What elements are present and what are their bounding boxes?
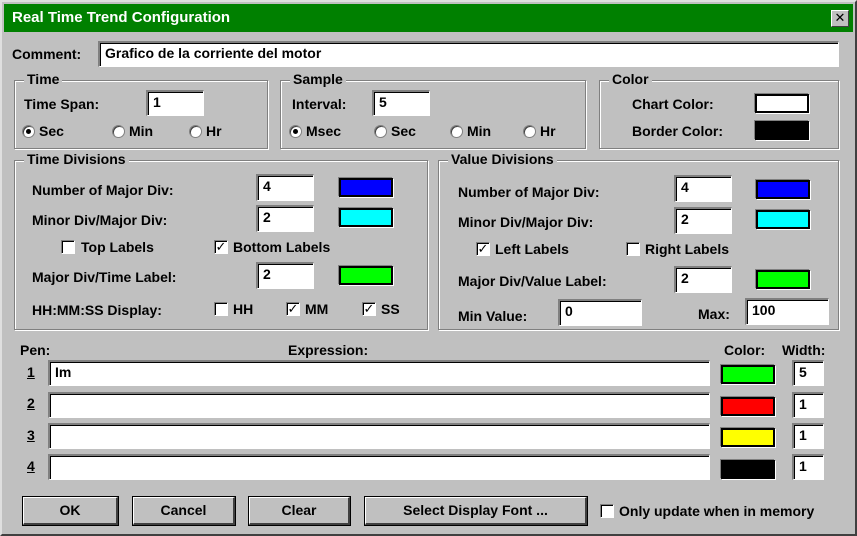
sample-unit-sec-label: Sec — [391, 123, 416, 139]
sample-group-title: Sample — [290, 71, 346, 87]
window-title: Real Time Trend Configuration — [12, 9, 231, 26]
border-color-swatch[interactable] — [755, 121, 809, 140]
interval-label: Interval: — [292, 96, 347, 112]
right-labels-label: Right Labels — [645, 241, 730, 257]
time-span-label: Time Span: — [24, 96, 100, 112]
sample-unit-msec-radio[interactable] — [289, 125, 302, 138]
border-color-label: Border Color: — [632, 123, 723, 139]
value-label-color-swatch[interactable] — [756, 270, 810, 289]
time-group-title: Time — [24, 71, 63, 87]
pen-number: 1 — [27, 364, 35, 380]
pen-width-input[interactable]: 5 — [792, 360, 824, 386]
pen-width-input[interactable]: 1 — [792, 392, 824, 418]
width-header: Width: — [782, 342, 826, 358]
pen-expression-input[interactable] — [48, 454, 710, 480]
pen-expression-input[interactable] — [48, 423, 710, 449]
pen-number: 3 — [27, 427, 35, 443]
value-label-div-label: Major Div/Value Label: — [458, 273, 607, 289]
time-unit-hr-radio[interactable] — [189, 125, 202, 138]
cancel-button[interactable]: Cancel — [132, 496, 236, 526]
value-major-div-label: Number of Major Div: — [458, 184, 600, 200]
sample-unit-msec-label: Msec — [306, 123, 342, 139]
time-major-div-color-swatch[interactable] — [339, 178, 393, 197]
time-label-color-swatch[interactable] — [339, 266, 393, 285]
pen-color-swatch[interactable] — [721, 460, 775, 479]
only-update-checkbox[interactable] — [600, 504, 614, 518]
time-label-div-label: Major Div/Time Label: — [32, 269, 177, 285]
color-group-title: Color — [609, 71, 652, 87]
chart-color-swatch[interactable] — [755, 94, 809, 113]
sample-unit-min-label: Min — [467, 123, 492, 139]
left-labels-checkbox[interactable]: ✓ — [476, 242, 490, 256]
time-unit-min-label: Min — [129, 123, 154, 139]
value-label-div-input[interactable]: 2 — [674, 266, 732, 293]
time-span-input[interactable]: 1 — [146, 90, 204, 116]
bottom-labels-label: Bottom Labels — [233, 239, 331, 255]
pen-number: 4 — [27, 458, 35, 474]
title-bar[interactable]: Real Time Trend Configuration ✕ — [4, 4, 853, 32]
ss-checkbox[interactable]: ✓ — [362, 302, 376, 316]
pen-expression-input[interactable] — [48, 392, 710, 418]
time-unit-sec-radio[interactable] — [22, 125, 35, 138]
dialog-window: Real Time Trend Configuration ✕ Comment:… — [0, 0, 857, 536]
pen-number: 2 — [27, 395, 35, 411]
hh-checkbox[interactable] — [214, 302, 228, 316]
top-labels-label: Top Labels — [81, 239, 154, 255]
only-update-label: Only update when in memory — [619, 503, 815, 519]
interval-input[interactable]: 5 — [372, 90, 430, 116]
left-labels-label: Left Labels — [495, 241, 569, 257]
hhmmss-display-label: HH:MM:SS Display: — [32, 302, 162, 318]
pen-header: Pen: — [20, 342, 51, 358]
time-major-div-label: Number of Major Div: — [32, 182, 174, 198]
pen-color-swatch[interactable] — [721, 428, 775, 447]
time-unit-hr-label: Hr — [206, 123, 222, 139]
pen-color-swatch[interactable] — [721, 365, 775, 384]
max-value-input[interactable]: 100 — [745, 298, 829, 325]
pen-width-input[interactable]: 1 — [792, 454, 824, 480]
comment-input[interactable]: Grafico de la corriente del motor — [98, 41, 839, 67]
value-major-div-color-swatch[interactable] — [756, 180, 810, 199]
comment-label: Comment: — [12, 46, 82, 62]
value-minor-div-label: Minor Div/Major Div: — [458, 214, 594, 230]
time-major-div-input[interactable]: 4 — [256, 174, 314, 201]
pen-color-swatch[interactable] — [721, 397, 775, 416]
close-icon[interactable]: ✕ — [831, 10, 849, 27]
time-unit-sec-label: Sec — [39, 123, 64, 139]
hh-label: HH — [233, 301, 254, 317]
color-header: Color: — [724, 342, 766, 358]
time-minor-div-label: Minor Div/Major Div: — [32, 212, 168, 228]
ss-label: SS — [381, 301, 400, 317]
expression-header: Expression: — [288, 342, 369, 358]
time-minor-div-color-swatch[interactable] — [339, 208, 393, 227]
ok-button[interactable]: OK — [22, 496, 119, 526]
sample-unit-min-radio[interactable] — [450, 125, 463, 138]
min-value-input[interactable]: 0 — [558, 299, 642, 326]
mm-label: MM — [305, 301, 329, 317]
chart-color-label: Chart Color: — [632, 96, 714, 112]
min-value-label: Min Value: — [458, 308, 528, 324]
sample-unit-hr-radio[interactable] — [523, 125, 536, 138]
value-minor-div-input[interactable]: 2 — [674, 207, 732, 234]
time-divisions-title: Time Divisions — [24, 151, 129, 167]
time-minor-div-input[interactable]: 2 — [256, 205, 314, 232]
select-display-font-button[interactable]: Select Display Font ... — [364, 496, 588, 526]
value-minor-div-color-swatch[interactable] — [756, 210, 810, 229]
time-unit-min-radio[interactable] — [112, 125, 125, 138]
max-value-label: Max: — [698, 306, 730, 322]
sample-unit-hr-label: Hr — [540, 123, 556, 139]
value-major-div-input[interactable]: 4 — [674, 175, 732, 202]
sample-unit-sec-radio[interactable] — [374, 125, 387, 138]
value-divisions-title: Value Divisions — [448, 151, 557, 167]
clear-button[interactable]: Clear — [248, 496, 351, 526]
pen-expression-input[interactable]: Im — [48, 360, 710, 386]
top-labels-checkbox[interactable] — [61, 240, 75, 254]
bottom-labels-checkbox[interactable]: ✓ — [214, 240, 228, 254]
mm-checkbox[interactable]: ✓ — [286, 302, 300, 316]
time-label-div-input[interactable]: 2 — [256, 262, 314, 289]
right-labels-checkbox[interactable] — [626, 242, 640, 256]
pen-width-input[interactable]: 1 — [792, 423, 824, 449]
